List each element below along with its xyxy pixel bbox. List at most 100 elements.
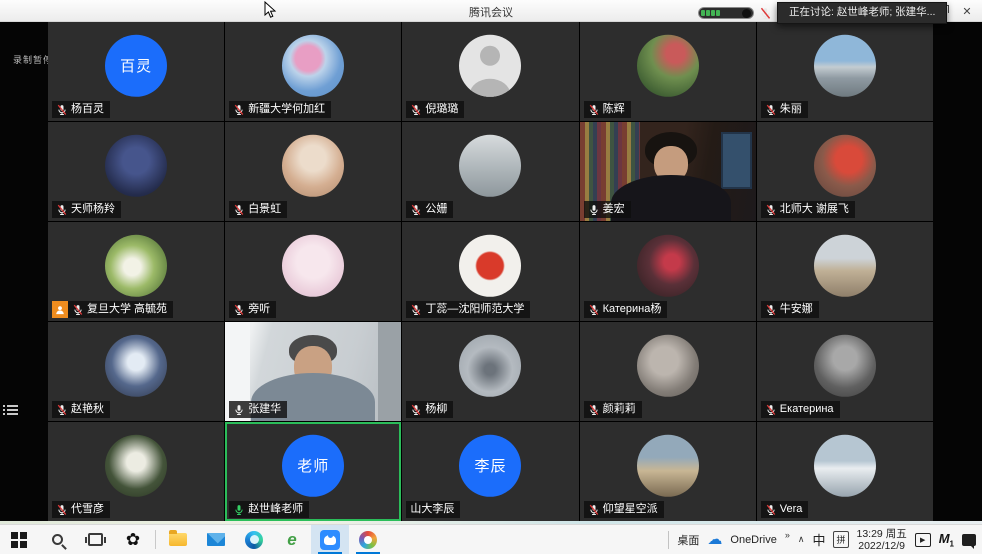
participant-label: 天师杨羚: [52, 201, 121, 218]
participant-label: 杨柳: [406, 401, 453, 418]
ime-language-indicator[interactable]: 中: [812, 530, 825, 549]
muted-mic-icon: [233, 204, 245, 216]
task-view-button[interactable]: [76, 525, 114, 554]
ime-pinyin-indicator[interactable]: 拼: [833, 531, 848, 548]
window-titlebar: 腾讯会议 ✕ 正在讨论: 赵世峰老师; 张建华...: [0, 0, 982, 22]
taskbar-clock[interactable]: 13:29 周五 2022/12/9: [857, 528, 907, 552]
participant-name: 代雪彦: [71, 503, 104, 516]
muted-mic-icon: [588, 104, 600, 116]
onedrive-label[interactable]: OneDrive: [730, 534, 776, 546]
participant-name: 杨百灵: [71, 103, 104, 116]
photo-avatar: [459, 334, 521, 396]
now-speaking-tooltip: 正在讨论: 赵世峰老师; 张建华...: [777, 2, 947, 24]
internet-explorer-icon[interactable]: e: [273, 525, 311, 554]
participant-label: 赵艳秋: [52, 401, 110, 418]
participant-tile[interactable]: 李辰山大李辰: [402, 422, 578, 521]
participant-tile[interactable]: 倪璐璐: [402, 22, 578, 121]
participant-name: 颜莉莉: [603, 403, 636, 416]
participant-tile[interactable]: 陈辉: [580, 22, 756, 121]
mail-icon[interactable]: [197, 525, 235, 554]
participant-label: 仰望星空派: [584, 501, 664, 518]
hidden-icons-chevron[interactable]: ∧: [798, 534, 805, 545]
muted-mic-icon: [410, 204, 422, 216]
app-icon-pinwheel-color[interactable]: [349, 525, 387, 554]
participant-label: 山大李辰: [406, 501, 460, 518]
participant-tile[interactable]: 百灵杨百灵: [48, 22, 224, 121]
muted-mic-icon: [765, 104, 777, 116]
photo-avatar: [637, 34, 699, 96]
media-player-tray-icon[interactable]: ▶: [915, 533, 931, 547]
participant-name: Катерина杨: [603, 303, 662, 316]
participant-tile[interactable]: Катерина杨: [580, 222, 756, 321]
muted-mic-icon: [233, 304, 245, 316]
participant-tile[interactable]: 白景虹: [225, 122, 401, 221]
participant-name: 白景虹: [248, 203, 281, 216]
participant-tile[interactable]: Vera: [757, 422, 933, 521]
action-center-icon[interactable]: [962, 534, 976, 546]
participant-name: 天师杨羚: [71, 203, 115, 216]
photo-avatar: [637, 434, 699, 496]
windows-ink-icon[interactable]: M1: [939, 531, 954, 549]
participant-tile[interactable]: 朱丽: [757, 22, 933, 121]
participant-tile[interactable]: 丁蕊—沈阳师范大学: [402, 222, 578, 321]
app-icon-pinwheel-black[interactable]: ✿: [114, 525, 152, 554]
participant-tile[interactable]: 姜宏: [580, 122, 756, 221]
participant-tile[interactable]: 天师杨羚: [48, 122, 224, 221]
participant-label: 复旦大学 高毓苑: [52, 301, 173, 318]
participant-tile[interactable]: 公姗: [402, 122, 578, 221]
file-explorer-icon[interactable]: [159, 525, 197, 554]
search-button[interactable]: [38, 525, 76, 554]
initials-avatar: 百灵: [105, 34, 167, 96]
participant-tile[interactable]: 新疆大学何加红: [225, 22, 401, 121]
participant-name: 丁蕊—沈阳师范大学: [425, 303, 524, 316]
participant-name: 复旦大学 高毓苑: [87, 303, 167, 316]
participant-tile[interactable]: 张建华: [225, 322, 401, 421]
photo-avatar: [282, 134, 344, 196]
start-button[interactable]: [0, 525, 38, 554]
tencent-meeting-icon[interactable]: [311, 525, 349, 554]
photo-avatar: [814, 34, 876, 96]
window-title: 腾讯会议: [469, 4, 513, 20]
participant-name: 张建华: [248, 403, 281, 416]
photo-avatar: [105, 134, 167, 196]
onedrive-icon[interactable]: ☁: [707, 532, 722, 547]
participant-tile[interactable]: 旁听: [225, 222, 401, 321]
muted-mic-icon: [588, 504, 600, 516]
photo-avatar: [105, 334, 167, 396]
participant-tile[interactable]: 赵艳秋: [48, 322, 224, 421]
participant-label: 杨百灵: [52, 101, 110, 118]
participant-tile[interactable]: 北师大 谢展飞: [757, 122, 933, 221]
muted-mic-icon: [56, 104, 68, 116]
participant-label: 新疆大学何加红: [229, 101, 331, 118]
participant-label: 陈辉: [584, 101, 631, 118]
clock-date: 2022/12/9: [858, 540, 905, 552]
participant-grid: 百灵杨百灵新疆大学何加红倪璐璐陈辉朱丽天师杨羚白景虹公姗姜宏北师大 谢展飞复旦大…: [48, 22, 933, 521]
participant-tile[interactable]: 仰望星空派: [580, 422, 756, 521]
sidebar-toggle-icon[interactable]: [3, 403, 18, 417]
participant-tile[interactable]: 复旦大学 高毓苑: [48, 222, 224, 321]
edge-icon[interactable]: [235, 525, 273, 554]
participant-tile[interactable]: 颜莉莉: [580, 322, 756, 421]
participant-label: 公姗: [406, 201, 453, 218]
default-avatar: [459, 34, 521, 96]
close-button[interactable]: ✕: [954, 0, 980, 22]
participant-name: 陈辉: [603, 103, 625, 116]
participant-tile[interactable]: Екатерина: [757, 322, 933, 421]
participant-tile[interactable]: 牛安娜: [757, 222, 933, 321]
muted-mic-icon: [72, 304, 84, 316]
participant-label: 赵世峰老师: [229, 501, 309, 518]
member-badge-icon: [52, 301, 68, 318]
participant-label: 朱丽: [761, 101, 808, 118]
participant-tile[interactable]: 老师赵世峰老师: [225, 422, 401, 521]
participant-tile[interactable]: 代雪彦: [48, 422, 224, 521]
photo-avatar: [814, 234, 876, 296]
participant-label: 北师大 谢展飞: [761, 201, 855, 218]
toolbar-overflow-chevron[interactable]: »: [785, 530, 790, 540]
photo-avatar: [637, 334, 699, 396]
desktop-toolbar[interactable]: 桌面: [677, 532, 699, 548]
photo-avatar: [459, 134, 521, 196]
participant-label: 张建华: [229, 401, 287, 418]
participant-label: Катерина杨: [584, 301, 668, 318]
muted-mic-icon: [588, 304, 600, 316]
participant-tile[interactable]: 杨柳: [402, 322, 578, 421]
